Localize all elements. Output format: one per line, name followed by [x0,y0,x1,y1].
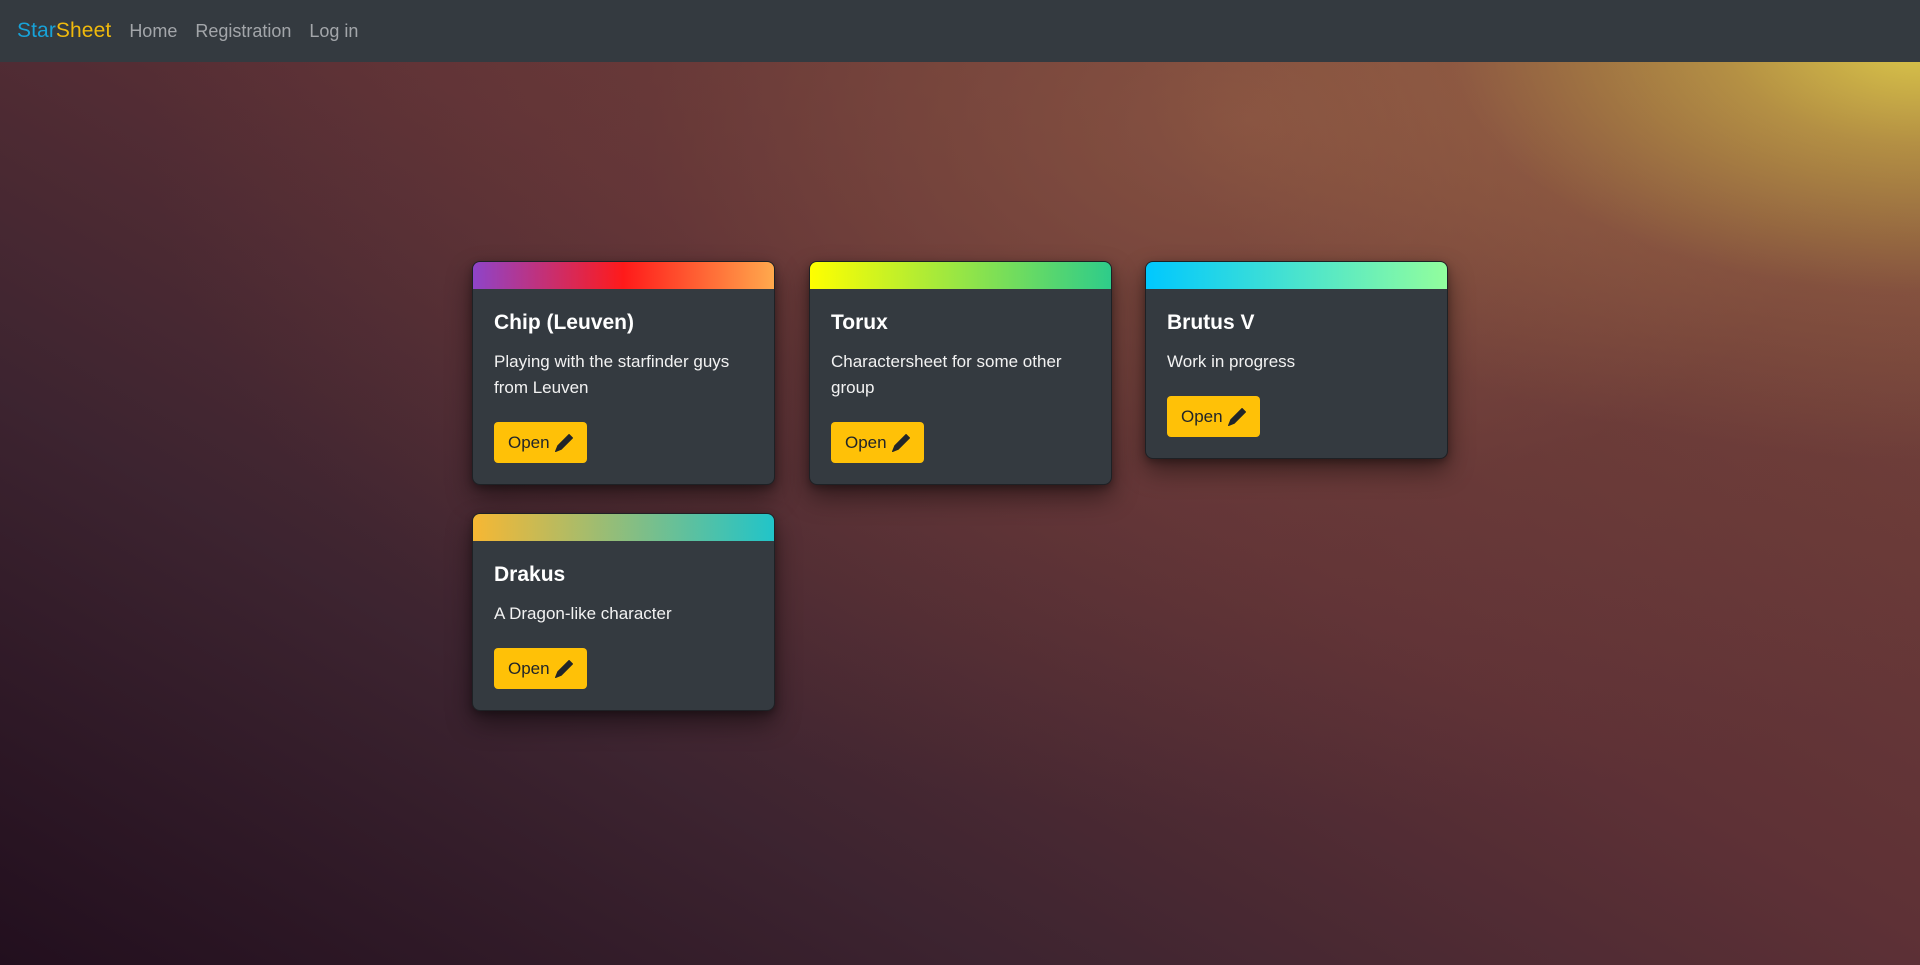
brand-sheet: Sheet [55,19,112,42]
open-button[interactable]: Open [494,648,587,689]
character-card: Chip (Leuven) Playing with the starfinde… [472,261,775,485]
card-color-strip [810,262,1111,289]
card-body: Chip (Leuven) Playing with the starfinde… [473,289,774,484]
pencil-icon [891,433,910,452]
brand-star: Star [17,19,56,42]
nav-link-home[interactable]: Home [129,21,177,42]
card-body: Drakus A Dragon-like character Open [473,541,774,710]
open-button[interactable]: Open [1167,396,1260,437]
open-button-label: Open [508,658,550,678]
card-description: A Dragon-like character [494,604,672,623]
pencil-icon [554,659,573,678]
open-button[interactable]: Open [494,422,587,463]
card-description: Work in progress [1167,352,1296,371]
pencil-icon [554,433,573,452]
open-button-label: Open [845,432,887,452]
character-card: Drakus A Dragon-like character Open [472,513,775,711]
open-button-label: Open [1181,406,1223,426]
character-card: Brutus V Work in progress Open [1145,261,1448,459]
card-color-strip [1146,262,1447,289]
nav-link-login[interactable]: Log in [309,21,358,42]
card-title: Brutus V [1167,311,1255,334]
card-description: Playing with the starfinder guys from Le… [494,352,730,397]
card-color-strip [473,262,774,289]
card-title: Torux [831,311,888,334]
card-body: Brutus V Work in progress Open [1146,289,1447,458]
pencil-icon [1227,407,1246,426]
open-button[interactable]: Open [831,422,924,463]
nav-link-registration[interactable]: Registration [195,21,291,42]
card-body: Torux Charactersheet for some other grou… [810,289,1111,484]
card-title: Drakus [494,563,566,586]
navbar: StarSheet Home Registration Log in [0,0,1920,62]
card-color-strip [473,514,774,541]
open-button-label: Open [508,432,550,452]
brand-logo[interactable]: StarSheet [17,19,111,43]
card-title: Chip (Leuven) [494,311,634,334]
card-description: Charactersheet for some other group [831,352,1062,397]
character-card: Torux Charactersheet for some other grou… [809,261,1112,485]
